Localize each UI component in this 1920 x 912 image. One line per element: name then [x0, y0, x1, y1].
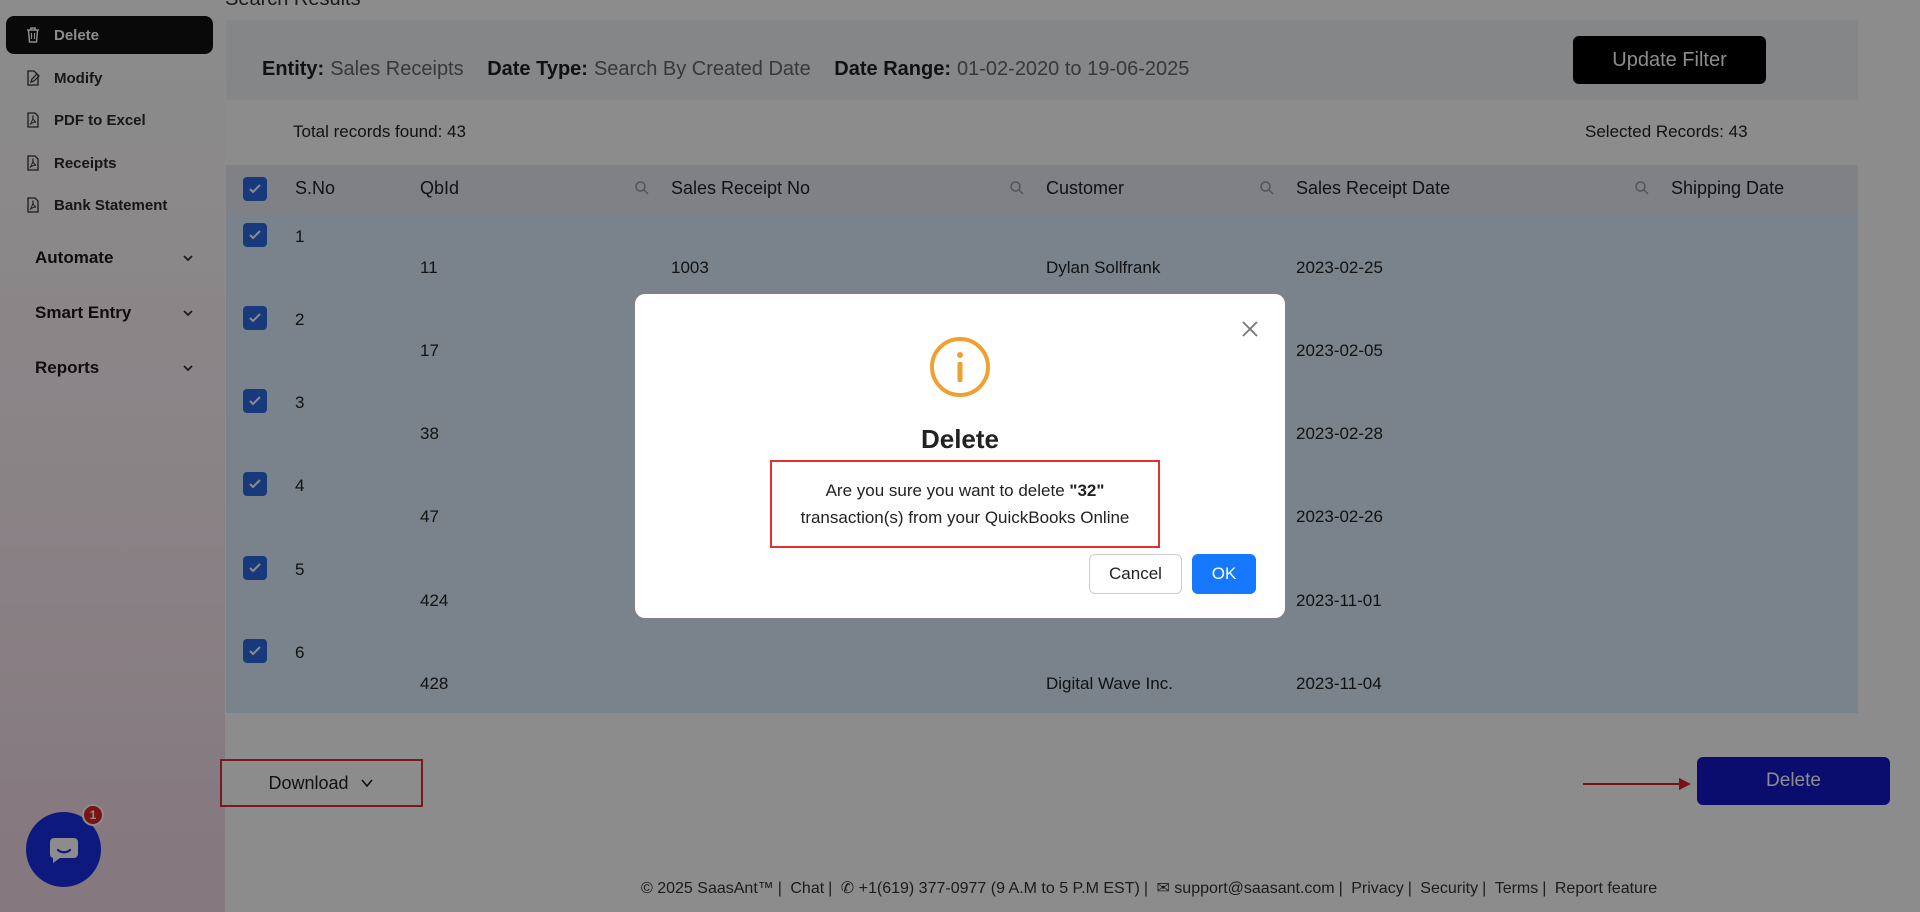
dialog-message-line2: transaction(s) from your QuickBooks Onli… — [800, 508, 1130, 527]
close-icon[interactable] — [1239, 318, 1261, 340]
dialog-title: Delete — [920, 424, 1000, 454]
delete-confirm-dialog: Delete Are you sure you want to delete "… — [635, 294, 1285, 618]
dialog-message: Are you sure you want to delete "32" tra… — [770, 460, 1160, 548]
info-icon — [930, 337, 990, 397]
cancel-button[interactable]: Cancel — [1089, 554, 1182, 594]
dialog-message-line1: Are you sure you want to delete "32" — [826, 477, 1105, 504]
dialog-message-count: "32" — [1069, 481, 1105, 500]
ok-button[interactable]: OK — [1192, 554, 1256, 594]
dialog-message-prefix: Are you sure you want to delete — [825, 481, 1070, 500]
